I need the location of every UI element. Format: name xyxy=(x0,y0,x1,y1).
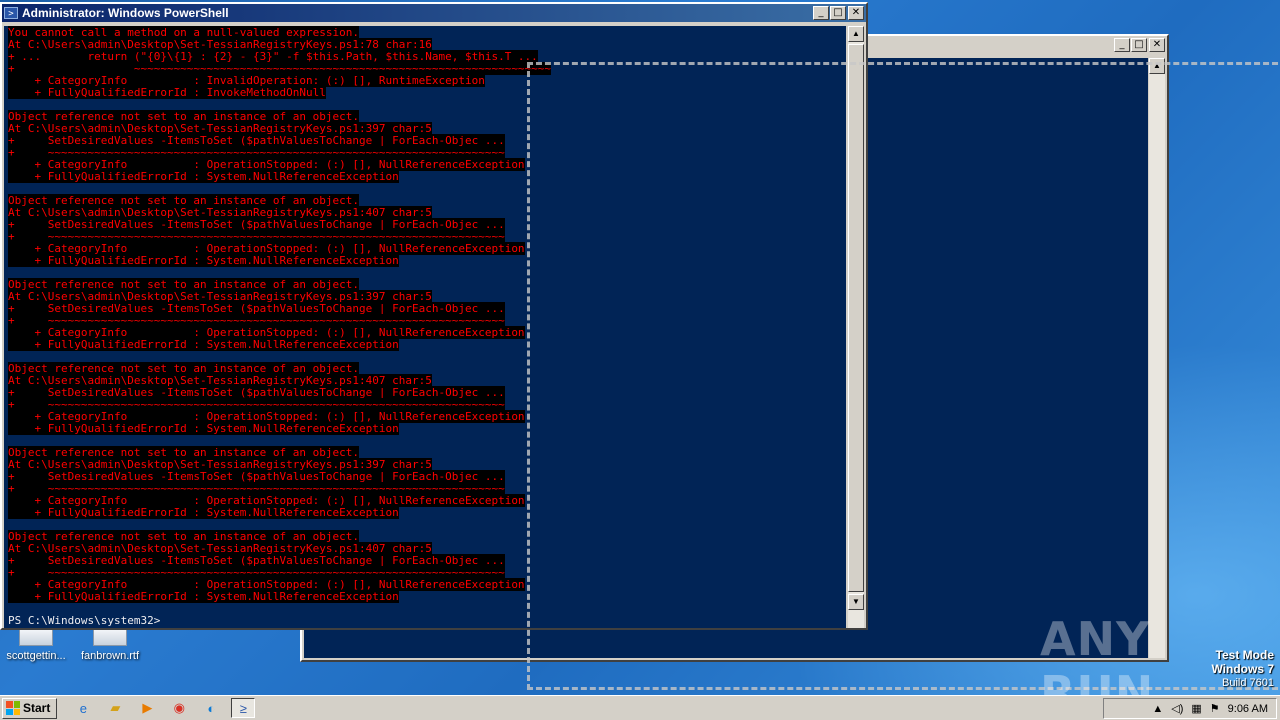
error-text: + FullyQualifiedErrorId : System.NullRef… xyxy=(8,254,399,267)
powershell-titlebar[interactable]: > Administrator: Windows PowerShell _ □ … xyxy=(2,4,866,22)
error-text: + FullyQualifiedErrorId : System.NullRef… xyxy=(8,422,399,435)
background-window-scrollbar[interactable]: ▲ xyxy=(1149,58,1165,658)
console-line: + FullyQualifiedErrorId : System.NullRef… xyxy=(8,338,846,351)
media-player-icon[interactable]: ▶ xyxy=(135,698,159,718)
start-button[interactable]: Start xyxy=(2,697,58,719)
desktop-icon-label: fanbrown.rtf xyxy=(80,650,140,662)
test-mode-line3: Build 7601 xyxy=(1222,677,1274,689)
chrome-icon[interactable]: ◉ xyxy=(167,698,191,718)
powershell-icon: > xyxy=(4,7,18,19)
desktop-icon-scottgettin[interactable]: scottgettin... xyxy=(0,628,72,662)
test-mode-line1: Test Mode xyxy=(1215,648,1274,662)
taskbar: Start e ▰ ▶ ◉ ◐ ≥ ▲ ◁) ▦ ⚑ 9:06 AM xyxy=(0,695,1280,720)
clock[interactable]: 9:06 AM xyxy=(1228,703,1268,715)
scroll-up-arrow-icon[interactable]: ▲ xyxy=(848,26,864,42)
volume-icon[interactable]: ◁) xyxy=(1171,702,1183,715)
console-line: + FullyQualifiedErrorId : System.NullRef… xyxy=(8,422,846,435)
scroll-thumb[interactable] xyxy=(848,44,864,592)
console-line: + FullyQualifiedErrorId : System.NullRef… xyxy=(8,506,846,519)
console-output[interactable]: You cannot call a method on a null-value… xyxy=(4,26,846,628)
test-mode-label: Test Mode Windows 7 Build 7601 xyxy=(1211,648,1274,690)
console-line: + FullyQualifiedErrorId : System.NullRef… xyxy=(8,590,846,603)
console-text: PS C:\Windows\system32> xyxy=(8,614,161,627)
maximize-icon[interactable]: □ xyxy=(1131,38,1147,52)
rtf-file-icon xyxy=(93,628,127,646)
desktop-icon-label: scottgettin... xyxy=(6,650,66,662)
close-icon[interactable]: ✕ xyxy=(1149,38,1165,52)
console-scrollbar[interactable]: ▲ ▼ xyxy=(848,26,864,628)
maximize-icon[interactable]: □ xyxy=(830,6,846,20)
console-line: + FullyQualifiedErrorId : InvokeMethodOn… xyxy=(8,86,846,99)
error-text: + FullyQualifiedErrorId : InvokeMethodOn… xyxy=(8,86,326,99)
folder-icon[interactable]: ▰ xyxy=(103,698,127,718)
console-line: + FullyQualifiedErrorId : System.NullRef… xyxy=(8,170,846,183)
start-label: Start xyxy=(23,701,51,715)
show-hidden-icons-icon[interactable]: ▲ xyxy=(1152,703,1163,715)
console-line: + FullyQualifiedErrorId : System.NullRef… xyxy=(8,254,846,267)
minimize-icon[interactable]: _ xyxy=(813,6,829,20)
minimize-icon[interactable]: _ xyxy=(1114,38,1130,52)
error-text: + FullyQualifiedErrorId : System.NullRef… xyxy=(8,338,399,351)
powershell-taskbar-icon[interactable]: ≥ xyxy=(231,698,256,718)
windows-logo-icon xyxy=(6,701,20,715)
desktop-icon-fanbrown[interactable]: fanbrown.rtf xyxy=(74,628,146,662)
scroll-down-arrow-icon[interactable]: ▼ xyxy=(848,594,864,610)
error-text: + FullyQualifiedErrorId : System.NullRef… xyxy=(8,506,399,519)
edge-icon[interactable]: ◐ xyxy=(199,698,223,718)
scroll-up-arrow-icon[interactable]: ▲ xyxy=(1149,58,1165,74)
console-line: PS C:\Windows\system32> xyxy=(8,615,846,627)
system-tray: ▲ ◁) ▦ ⚑ 9:06 AM xyxy=(1103,698,1277,719)
error-text: + FullyQualifiedErrorId : System.NullRef… xyxy=(8,170,399,183)
internet-explorer-icon[interactable]: e xyxy=(71,698,95,718)
close-icon[interactable]: ✕ xyxy=(848,6,864,20)
action-center-flag-icon[interactable]: ⚑ xyxy=(1210,702,1220,715)
powershell-window[interactable]: > Administrator: Windows PowerShell _ □ … xyxy=(0,2,868,630)
file-icon xyxy=(19,628,53,646)
window-title: Administrator: Windows PowerShell xyxy=(22,6,229,20)
error-text: + FullyQualifiedErrorId : System.NullRef… xyxy=(8,590,399,603)
network-icon[interactable]: ▦ xyxy=(1191,702,1201,715)
test-mode-line2: Windows 7 xyxy=(1211,662,1274,676)
